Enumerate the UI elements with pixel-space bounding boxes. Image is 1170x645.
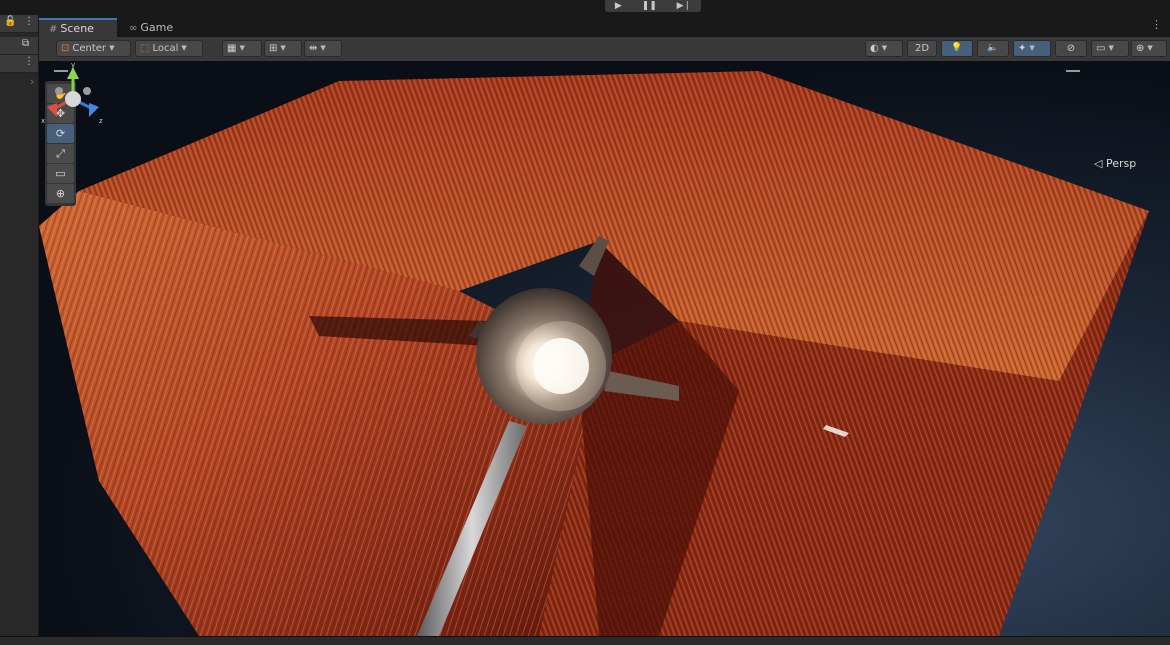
scene-visibility-toggle[interactable]: ⊘	[1055, 40, 1087, 57]
chevron-down-icon: ▼	[1108, 44, 1114, 52]
gizmo-z-label: z	[99, 117, 103, 125]
tab-menu-icon[interactable]: ⋮	[1151, 18, 1162, 31]
chevron-down-icon: ▼	[1029, 44, 1035, 52]
chevron-down-icon: ▼	[181, 44, 187, 52]
pivot-icon: ⊡	[61, 43, 70, 54]
step-button[interactable]: ▶❘	[677, 0, 691, 12]
left-panel: 🔓 ⋮ ⧉ ⋮ ›	[0, 15, 39, 644]
scene-toolbar: ⊡ Center ▼ ⬚ Local ▼ ▦ ▼ ⊞ ▼ ⇹ ▼ ◐ ▼ 2D …	[39, 37, 1170, 62]
scale-tool-icon[interactable]: ⤢	[47, 144, 74, 163]
chevron-down-icon: ▼	[1147, 44, 1153, 52]
local-space-icon: ⬚	[140, 43, 150, 54]
space-label: Local	[152, 43, 179, 54]
light-icon: 💡	[951, 43, 963, 53]
hierarchy-icon[interactable]: ⧉	[22, 38, 29, 49]
tab-scene[interactable]: # Scene	[39, 18, 117, 37]
left-panel-header: 🔓 ⋮	[0, 15, 38, 33]
tab-game-label: Game	[140, 21, 174, 34]
chevron-down-icon: ▼	[320, 44, 326, 52]
gizmo-x-label: x	[41, 117, 45, 125]
hidden-icon: ⊘	[1066, 43, 1076, 54]
chevron-down-icon: ▼	[239, 44, 245, 52]
perspective-toggle[interactable]: ◁ Persp	[1094, 157, 1136, 170]
grid-icon: ▦	[227, 43, 237, 54]
gizmo-drag-handle[interactable]	[1066, 70, 1080, 72]
expand-arrow-icon[interactable]: ›	[30, 75, 34, 88]
left-panel-menu-icon[interactable]: ⋮	[24, 16, 34, 27]
play-controls: ▶ ❚❚ ▶❘	[605, 0, 701, 12]
pivot-label: Center	[72, 43, 107, 54]
increment-icon: ⇹	[309, 43, 318, 54]
left-panel-row: ⧉	[0, 37, 38, 55]
tab-bar: # Scene ∞ Game ⋮	[39, 15, 1170, 37]
pause-button[interactable]: ❚❚	[642, 0, 657, 12]
snap-dropdown[interactable]: ⊞ ▼	[264, 40, 302, 57]
gizmos-icon: ⊕	[1136, 43, 1145, 54]
scene-viewport[interactable]: ✋ ✥ ⟳ ⤢ ▭ ⊕ y x z ◁ Persp	[39, 61, 1170, 636]
rect-tool-icon[interactable]: ▭	[47, 164, 74, 183]
top-bar: ▶ ❚❚ ▶❘	[0, 0, 1170, 15]
gizmos-dropdown[interactable]: ⊕ ▼	[1131, 40, 1167, 57]
effects-dropdown[interactable]: ✦ ▼	[1013, 40, 1051, 57]
left-panel-row: ⋮	[0, 55, 38, 73]
chevron-down-icon: ▼	[280, 44, 286, 52]
camera-icon: ▭	[1096, 43, 1106, 54]
snap-icon: ⊞	[269, 43, 278, 54]
chevron-down-icon: ▼	[109, 44, 115, 52]
transform-tool-icon[interactable]: ⊕	[47, 184, 74, 203]
play-button[interactable]: ▶	[615, 0, 622, 12]
gizmo-y-label: y	[71, 61, 75, 69]
effects-icon: ✦	[1018, 43, 1027, 54]
grid-dropdown[interactable]: ▦ ▼	[222, 40, 262, 57]
more-options-icon[interactable]: ⋮	[24, 56, 34, 67]
tab-game[interactable]: ∞ Game	[119, 18, 189, 37]
chevron-down-icon: ▼	[881, 44, 888, 52]
game-icon: ∞	[129, 23, 138, 34]
increment-snap-dropdown[interactable]: ⇹ ▼	[304, 40, 342, 57]
scene-icon: #	[49, 24, 58, 35]
2d-label: 2D	[914, 43, 930, 54]
draw-mode-dropdown[interactable]: ◐ ▼	[865, 40, 903, 57]
audio-icon: 🔈	[987, 43, 999, 53]
orientation-gizmo-icon[interactable]: y x z	[39, 61, 107, 131]
lock-icon[interactable]: 🔓	[4, 16, 16, 27]
2d-toggle[interactable]: 2D	[907, 40, 937, 57]
lighting-toggle[interactable]: 💡	[941, 40, 973, 57]
tab-scene-label: Scene	[60, 22, 94, 35]
space-dropdown[interactable]: ⬚ Local ▼	[135, 40, 203, 57]
scene-render	[39, 61, 1170, 636]
audio-toggle[interactable]: 🔈	[977, 40, 1009, 57]
pivot-dropdown[interactable]: ⊡ Center ▼	[56, 40, 131, 57]
draw-mode-icon: ◐	[870, 43, 879, 54]
camera-dropdown[interactable]: ▭ ▼	[1091, 40, 1129, 57]
